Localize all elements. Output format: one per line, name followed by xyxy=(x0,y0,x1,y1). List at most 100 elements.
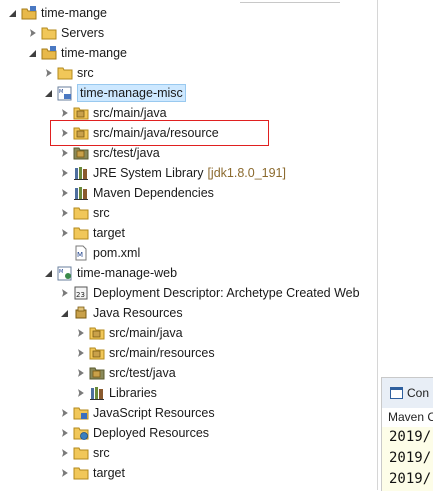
svg-text:M: M xyxy=(59,269,63,275)
expand-arrow-icon[interactable] xyxy=(8,8,18,18)
tree-item-javascript-resources[interactable]: JavaScript Resources xyxy=(60,403,215,423)
tree-item-label: time-mange xyxy=(41,6,107,20)
console-tab-label: Con xyxy=(407,386,430,400)
collapse-arrow-icon[interactable] xyxy=(60,208,70,218)
svg-text:M: M xyxy=(77,251,83,259)
tree-item-target[interactable]: target xyxy=(60,223,125,243)
collapse-arrow-icon[interactable] xyxy=(60,408,70,418)
library-icon xyxy=(73,165,89,181)
tree-item-jre-system-library[interactable]: JRE System Library [jdk1.8.0_191] xyxy=(60,163,286,183)
tree-item-java-resources[interactable]: Java Resources xyxy=(60,303,183,323)
tree-item-src-test-java[interactable]: src/test/java xyxy=(60,143,160,163)
tree-item-deployment-descriptor[interactable]: 23 Deployment Descriptor: Archetype Crea… xyxy=(60,283,360,303)
tree-item-label: time-manage-web xyxy=(77,266,178,280)
collapse-arrow-icon[interactable] xyxy=(60,168,70,178)
tree-item-time-mange-root[interactable]: time-mange xyxy=(8,3,107,23)
tree-item-label: JavaScript Resources xyxy=(93,406,215,420)
tree-item-label: pom.xml xyxy=(93,246,141,260)
collapse-arrow-icon[interactable] xyxy=(28,28,38,38)
project-icon xyxy=(21,5,37,21)
console-title: Maven C xyxy=(382,408,433,426)
deployment-descriptor-icon: 23 xyxy=(73,285,89,301)
tree-item-src[interactable]: src xyxy=(60,203,110,223)
java-resources-icon xyxy=(73,305,89,321)
collapse-arrow-icon[interactable] xyxy=(60,228,70,238)
project-explorer-tree: time-mange Servers time-mange src M time… xyxy=(0,0,380,490)
collapse-arrow-icon[interactable] xyxy=(60,108,70,118)
console-output[interactable]: 2019/ 2019/ 2019/ xyxy=(382,427,433,491)
expand-arrow-icon[interactable] xyxy=(44,88,54,98)
tree-item-libraries[interactable]: Libraries xyxy=(76,383,157,403)
collapse-arrow-icon[interactable] xyxy=(76,348,86,358)
folder-icon xyxy=(41,25,57,41)
maven-web-module-icon: M xyxy=(57,265,73,281)
tree-item-label: src/main/java/resource xyxy=(93,126,219,140)
console-line: 2019/ xyxy=(389,429,432,445)
tree-item-pom-xml[interactable]: M pom.xml xyxy=(73,243,140,263)
tab-console[interactable]: Con xyxy=(382,378,433,408)
tree-item-src-main-java[interactable]: src/main/java xyxy=(60,103,167,123)
expand-arrow-icon[interactable] xyxy=(28,48,38,58)
collapse-arrow-icon[interactable] xyxy=(60,148,70,158)
package-folder-icon xyxy=(89,325,105,341)
tree-item-label: src/test/java xyxy=(93,146,160,160)
collapse-arrow-icon[interactable] xyxy=(60,428,70,438)
tree-item-web-src[interactable]: src xyxy=(60,443,110,463)
expand-arrow-icon[interactable] xyxy=(44,268,54,278)
folder-icon xyxy=(73,465,89,481)
tree-item-web-src-test-java[interactable]: src/test/java xyxy=(76,363,176,383)
collapse-arrow-icon[interactable] xyxy=(60,448,70,458)
tree-item-label: Libraries xyxy=(109,386,157,400)
tree-item-label: src/main/java xyxy=(93,106,167,120)
tree-item-label: target xyxy=(93,466,125,480)
tree-item-deployed-resources[interactable]: Deployed Resources xyxy=(60,423,209,443)
console-view: Con Maven C 2019/ 2019/ 2019/ xyxy=(381,377,433,491)
panel-top-divider xyxy=(240,0,340,3)
package-folder-icon xyxy=(73,125,89,141)
tree-item-time-manage-misc[interactable]: M time-manage-misc xyxy=(44,83,186,103)
collapse-arrow-icon[interactable] xyxy=(60,188,70,198)
console-line: 2019/ xyxy=(389,471,432,487)
tree-item-web-src-main-java[interactable]: src/main/java xyxy=(76,323,183,343)
library-icon xyxy=(73,185,89,201)
tree-item-src-main-java-resource[interactable]: src/main/java/resource xyxy=(60,123,219,143)
tree-item-label: Java Resources xyxy=(93,306,183,320)
collapse-arrow-icon[interactable] xyxy=(76,388,86,398)
tree-item-label: time-mange xyxy=(61,46,127,60)
collapse-arrow-icon[interactable] xyxy=(60,468,70,478)
test-package-folder-icon xyxy=(73,145,89,161)
svg-text:23: 23 xyxy=(76,291,85,299)
tree-item-time-mange[interactable]: time-mange xyxy=(28,43,127,63)
tree-item-time-manage-web[interactable]: M time-manage-web xyxy=(44,263,177,283)
tree-item-label: Deployment Descriptor: Archetype Created… xyxy=(93,286,360,300)
tree-item-src[interactable]: src xyxy=(44,63,94,83)
tree-item-label: src xyxy=(93,446,110,460)
tree-item-label: JRE System Library xyxy=(93,166,204,180)
collapse-arrow-icon[interactable] xyxy=(60,128,70,138)
tree-item-web-target[interactable]: target xyxy=(60,463,125,483)
tree-item-web-src-main-resources[interactable]: src/main/resources xyxy=(76,343,215,363)
expand-arrow-icon[interactable] xyxy=(60,308,70,318)
svg-text:M: M xyxy=(59,89,63,95)
maven-module-icon: M xyxy=(57,85,73,101)
package-folder-icon xyxy=(89,345,105,361)
folder-icon xyxy=(57,65,73,81)
tree-item-maven-dependencies[interactable]: Maven Dependencies xyxy=(60,183,214,203)
collapse-arrow-icon[interactable] xyxy=(76,368,86,378)
collapse-arrow-icon[interactable] xyxy=(76,328,86,338)
collapse-arrow-icon[interactable] xyxy=(44,68,54,78)
maven-pom-file-icon: M xyxy=(73,245,89,261)
tree-item-label: Servers xyxy=(61,26,105,40)
tree-item-label: Deployed Resources xyxy=(93,426,210,440)
package-folder-icon xyxy=(73,105,89,121)
tree-item-label: Maven Dependencies xyxy=(93,186,214,200)
console-icon xyxy=(390,387,403,399)
tree-item-label: src xyxy=(93,206,110,220)
library-icon xyxy=(89,385,105,401)
deployed-resources-icon xyxy=(73,425,89,441)
tree-item-servers[interactable]: Servers xyxy=(28,23,104,43)
javascript-resources-icon xyxy=(73,405,89,421)
folder-icon xyxy=(73,225,89,241)
collapse-arrow-icon[interactable] xyxy=(60,288,70,298)
tree-item-label: time-manage-misc xyxy=(77,84,186,102)
